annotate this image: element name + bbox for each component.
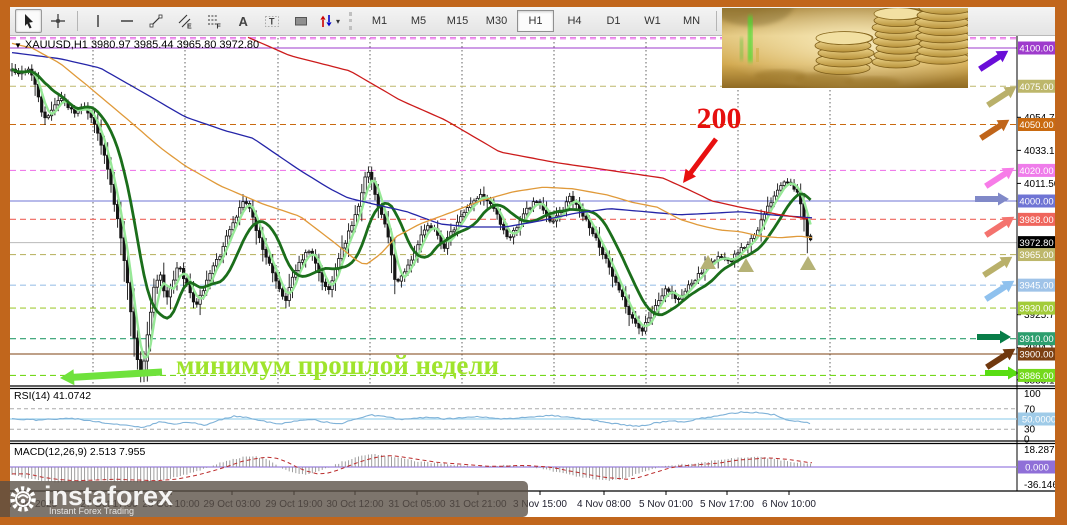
price-tag-text: 3900.00 [1019,350,1053,361]
annotation-arrow [986,86,1017,108]
svg-text:F: F [216,24,221,30]
tool-equidistant-channel-button[interactable]: E [171,9,198,33]
price-tag-text: 3886.00 [1019,371,1053,382]
ma-orange [11,42,813,265]
time-axis-label: 4 Nov 08:00 [577,499,631,510]
rsi-axis-label: 0 [1024,435,1030,446]
tool-text-label-button[interactable]: T [258,9,285,33]
instaforex-tagline: Instant Forex Trading [49,506,135,516]
timeframe-h4-button[interactable]: H4 [556,10,593,32]
annotation-arrow [979,119,1010,141]
tool-crosshair-button[interactable] [44,9,71,33]
timeframe-m5-button[interactable]: M5 [400,10,437,32]
tool-fibonacci-button[interactable]: F [200,9,227,33]
timeframe-h1-button[interactable]: H1 [517,10,554,32]
price-tag-text: 3930.00 [1019,304,1053,315]
timeframe-m30-button[interactable]: M30 [478,10,515,32]
price-tag-text: 4020.00 [1019,166,1053,177]
timeframe-m1-button[interactable]: M1 [361,10,398,32]
gold-coins-photo [722,8,968,88]
svg-text:T: T [269,17,275,27]
price-axis-label: 4033.10 [1024,146,1055,157]
timeframe-d1-button[interactable]: D1 [595,10,632,32]
svg-text:0.000: 0.000 [1025,463,1049,474]
time-axis-label: 5 Nov 17:00 [700,499,754,510]
annotation-arrow [982,256,1013,278]
price-tag-text: 3945.00 [1019,281,1053,292]
gold-coins-art [722,8,968,88]
chart-symbol-title: ▼ XAUUSD,H1 3980.97 3985.44 3965.80 3972.… [14,39,259,51]
svg-text:A: A [238,14,248,29]
toolbar-separator [349,12,355,30]
annotation-arrow [977,330,1011,344]
annotation-arrow [984,280,1015,302]
last-week-minimum-annotation: минимум прошлой недели [176,350,500,380]
macd-signal-line [12,455,813,482]
ma200-annotation: 200 [696,102,742,135]
svg-text:E: E [187,24,192,30]
tool-arrows-list-button[interactable]: ▾ [316,9,343,33]
chart-plot[interactable]: 4054.704033.104011.503925.703904.103883.… [3,36,1061,517]
rsi-indicator-label: RSI(14) 41.0742 [14,390,92,402]
tool-rectangle-button[interactable] [287,9,314,33]
annotation-arrow [985,348,1016,370]
tool-trendline-button[interactable] [142,9,169,33]
time-axis-label: 6 Nov 10:00 [762,499,816,510]
tool-text-button[interactable]: A [229,9,256,33]
toolbar-separator [716,11,717,31]
rsi-axis-label: 100 [1024,389,1041,400]
macd-axis-top: 18.287 [1024,445,1055,456]
dropdown-caret-icon[interactable]: ▾ [336,17,340,26]
symbol-dropdown-icon[interactable]: ▼ [14,41,22,50]
price-tag-text: 4000.00 [1019,197,1053,208]
price-tag-text: 4075.00 [1019,82,1053,93]
svg-text:50.0000: 50.0000 [1022,415,1055,426]
price-tag-text: 3988.00 [1019,215,1053,226]
tool-cursor-button[interactable] [15,9,42,33]
price-tag-text: 3972.80 [1019,238,1053,249]
chart-area: 4054.704033.104011.503925.703904.103883.… [3,36,1061,517]
annotation-arrow [984,216,1015,238]
instaforex-watermark: instaforex Instant Forex Trading [0,481,528,517]
price-tag-text: 3965.00 [1019,250,1053,261]
macd-indicator-label: MACD(12,26,9) 2.513 7.955 [14,446,146,458]
price-tag-text: 4050.00 [1019,120,1053,131]
annotation-arrow [978,50,1009,72]
annotation-arrow [975,192,1009,206]
annotation-arrow [683,137,718,183]
time-axis-label: 5 Nov 01:00 [639,499,693,510]
price-axis-label: 4011.50 [1024,179,1055,190]
timeframe-mn-button[interactable]: MN [673,10,710,32]
tool-horizontal-line-button[interactable] [113,9,140,33]
timeframe-w1-button[interactable]: W1 [634,10,671,32]
toolbar-separator [77,11,78,31]
macd-axis-bottom: -36.146 [1024,480,1055,491]
timeframe-m15-button[interactable]: M15 [439,10,476,32]
buy-signal-triangle-icon [800,256,816,270]
metatrader-window: EFAT▾M1M5M15M30H1H4D1W1MN 4054.704033.10… [0,0,1067,525]
symbol-ohlc-text: XAUUSD,H1 3980.97 3985.44 3965.80 3972.8… [24,39,260,51]
annotation-arrow [984,167,1015,189]
price-tag-text: 3910.00 [1019,334,1053,345]
price-tag-text: 4100.00 [1019,44,1053,55]
tool-vertical-line-button[interactable] [84,9,111,33]
instaforex-gear-bull-icon [8,484,38,519]
